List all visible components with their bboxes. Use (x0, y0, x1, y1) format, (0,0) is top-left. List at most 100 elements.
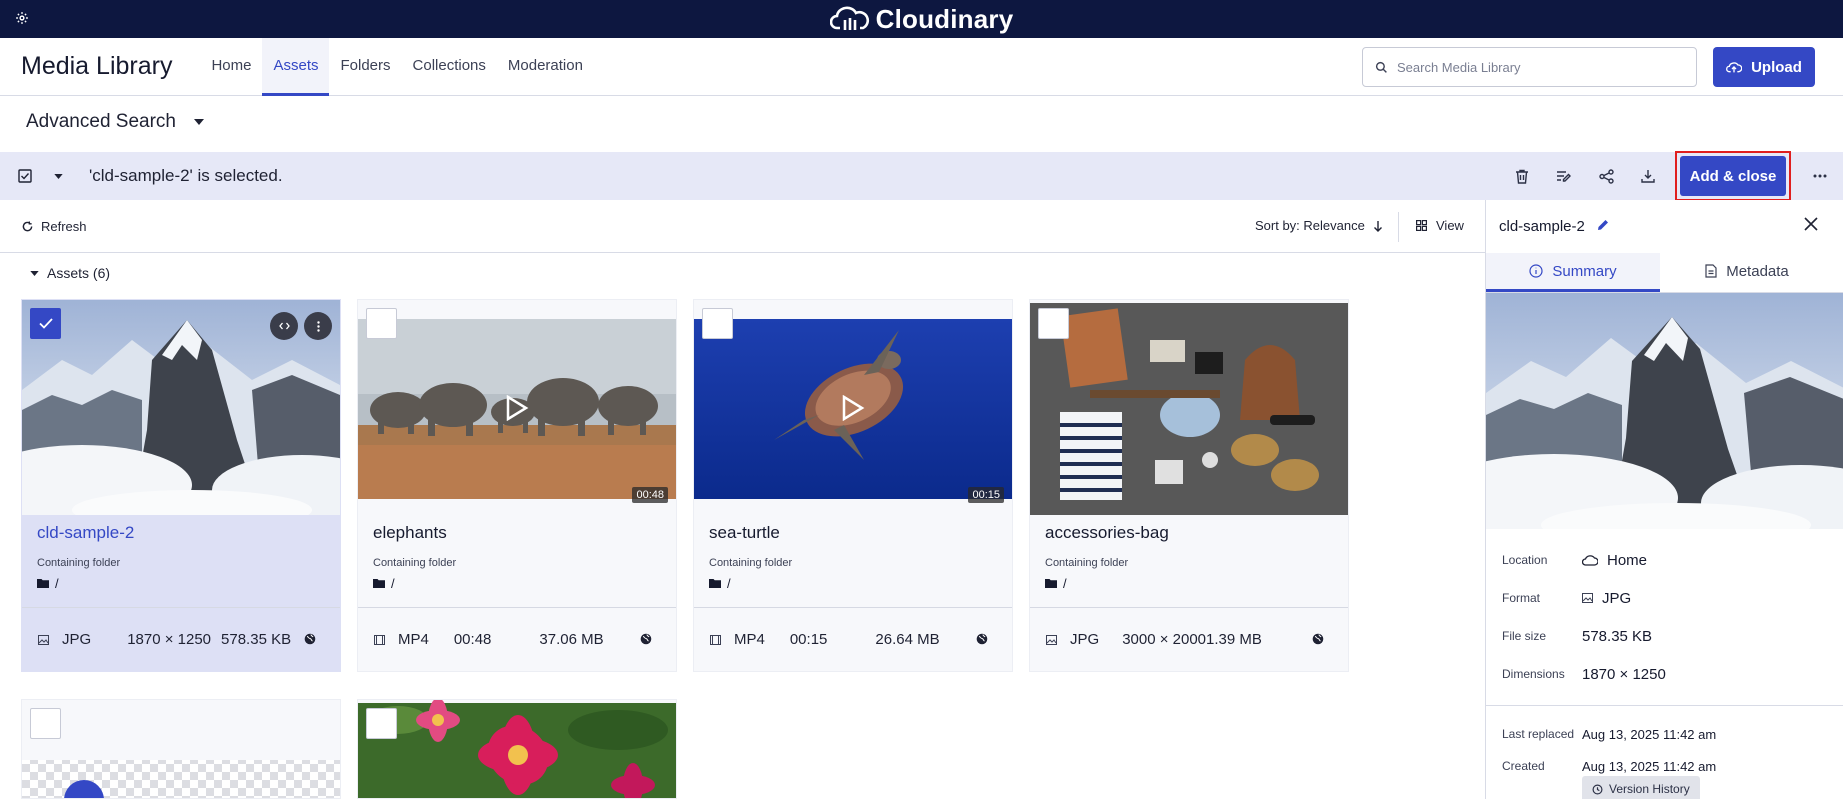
gear-icon[interactable] (12, 8, 32, 28)
trash-icon[interactable] (1501, 152, 1543, 200)
asset-checkbox[interactable] (30, 708, 61, 739)
tab-assets[interactable]: Assets (262, 37, 330, 96)
play-icon[interactable] (505, 394, 529, 421)
asset-format: JPG (62, 631, 92, 648)
folder-icon (709, 579, 721, 588)
video-type-icon (710, 634, 721, 645)
asset-checkbox[interactable] (30, 308, 61, 339)
prop-label: File size (1502, 629, 1547, 643)
share-icon[interactable] (1585, 152, 1627, 200)
caret-down-icon (194, 119, 204, 125)
asset-thumbnail (22, 300, 340, 515)
play-icon[interactable] (841, 394, 865, 421)
prop-value[interactable]: Home (1607, 552, 1647, 569)
asset-size: 37.06 MB (539, 631, 604, 648)
asset-card-flowers[interactable] (357, 699, 677, 799)
asset-properties: Location Home Format JPG File size 578.3… (1486, 529, 1843, 782)
panel-asset-name: cld-sample-2 (1499, 218, 1585, 235)
asset-checkbox[interactable] (366, 708, 397, 739)
version-history-button[interactable]: Version History (1582, 776, 1700, 799)
asset-meta: MP4 00:15 26.64 MB (694, 607, 1012, 671)
close-icon[interactable] (1803, 216, 1819, 236)
asset-card-accessories-bag[interactable]: accessories-bag Containing folder / JPG … (1029, 299, 1349, 672)
prop-label: Format (1502, 591, 1541, 605)
caret-down-icon (30, 270, 39, 276)
grid-view-icon (1416, 220, 1427, 231)
asset-duration: 00:48 (453, 631, 492, 648)
selection-status: 'cld-sample-2' is selected. (89, 166, 283, 185)
add-close-button[interactable]: Add & close (1680, 156, 1786, 196)
more-options-icon[interactable] (1797, 152, 1843, 200)
panel-tabs: Summary Metadata (1486, 253, 1843, 293)
history-icon (1592, 784, 1603, 794)
tab-moderation[interactable]: Moderation (497, 38, 594, 96)
video-duration: 00:15 (968, 487, 1004, 503)
tab-home[interactable]: Home (200, 38, 262, 96)
asset-dimensions: 1870 × 1250 (127, 631, 212, 648)
folder-value: / (55, 575, 59, 591)
edit-list-icon[interactable] (1543, 152, 1585, 200)
asset-thumbnail (1030, 300, 1348, 515)
prop-dimensions: Dimensions 1870 × 1250 (1502, 655, 1843, 693)
asset-card-transparent[interactable] (21, 699, 341, 799)
folder-label: Containing folder (709, 557, 793, 569)
assets-section-toggle[interactable]: Assets (6) (30, 265, 110, 281)
refresh-button[interactable]: Refresh (22, 219, 87, 234)
advanced-search-toggle[interactable]: Advanced Search (26, 111, 204, 133)
folder-value: / (391, 575, 395, 591)
asset-checkbox[interactable] (366, 308, 397, 339)
add-close-highlight: Add & close (1675, 151, 1791, 201)
asset-name[interactable]: sea-turtle (709, 523, 1012, 543)
selection-bar: 'cld-sample-2' is selected. Add & close (0, 151, 1843, 201)
tab-summary[interactable]: Summary (1486, 253, 1660, 292)
asset-name[interactable]: elephants (373, 523, 676, 543)
asset-card-cld-sample-2[interactable]: cld-sample-2 Containing folder / JPG 187… (21, 299, 341, 672)
folder-path[interactable]: / (1045, 575, 1348, 591)
card-more-icon[interactable] (304, 312, 332, 340)
search-input[interactable] (1397, 59, 1667, 75)
download-icon[interactable] (1627, 152, 1669, 200)
asset-card-sea-turtle[interactable]: 00:15 sea-turtle Containing folder / MP4… (693, 299, 1013, 672)
asset-checkbox[interactable] (1038, 308, 1069, 339)
asset-card-elephants[interactable]: 00:48 elephants Containing folder / MP4 … (357, 299, 677, 672)
asset-thumbnail: 00:48 (358, 300, 676, 515)
tab-metadata-label: Metadata (1726, 262, 1789, 280)
asset-checkbox[interactable] (702, 308, 733, 339)
asset-dimensions: 3000 × 2000 (1122, 631, 1207, 648)
search-box[interactable] (1362, 47, 1697, 87)
upload-button[interactable]: Upload (1713, 47, 1815, 87)
main-nav: Home Assets Folders Collections Moderati… (200, 37, 594, 96)
bulk-select[interactable] (18, 169, 63, 183)
globe-icon (976, 632, 988, 649)
asset-name[interactable]: accessories-bag (1045, 523, 1348, 543)
asset-format: JPG (1070, 631, 1100, 648)
globe-icon (640, 632, 652, 649)
asset-duration: 00:15 (789, 631, 828, 648)
arrow-down-icon (1373, 220, 1382, 232)
folder-label: Containing folder (1045, 557, 1129, 569)
view-toggle[interactable]: View (1416, 218, 1464, 233)
pencil-icon[interactable] (1597, 218, 1609, 235)
embed-code-icon[interactable] (270, 312, 298, 340)
folder-icon (37, 579, 49, 588)
folder-value: / (1063, 575, 1067, 591)
folder-path[interactable]: / (709, 575, 1012, 591)
refresh-icon (22, 220, 33, 231)
folder-label: Containing folder (37, 557, 121, 569)
asset-name[interactable]: cld-sample-2 (37, 523, 340, 543)
folder-icon (1045, 579, 1057, 588)
sort-dropdown[interactable]: Sort by: Relevance (1255, 218, 1383, 233)
tab-metadata[interactable]: Metadata (1660, 253, 1834, 292)
folder-path[interactable]: / (373, 575, 676, 591)
prop-label: Location (1502, 553, 1548, 567)
prop-value: 578.35 KB (1582, 627, 1653, 645)
tab-folders[interactable]: Folders (329, 38, 401, 96)
image-type-icon (1046, 634, 1057, 645)
view-label: View (1436, 218, 1464, 233)
caret-down-icon[interactable] (54, 173, 63, 179)
tab-collections[interactable]: Collections (402, 38, 497, 96)
header: Media Library Home Assets Folders Collec… (0, 37, 1843, 96)
folder-path[interactable]: / (37, 575, 340, 591)
checkbox-checked-icon[interactable] (18, 169, 32, 183)
app-title: Media Library (21, 52, 173, 80)
